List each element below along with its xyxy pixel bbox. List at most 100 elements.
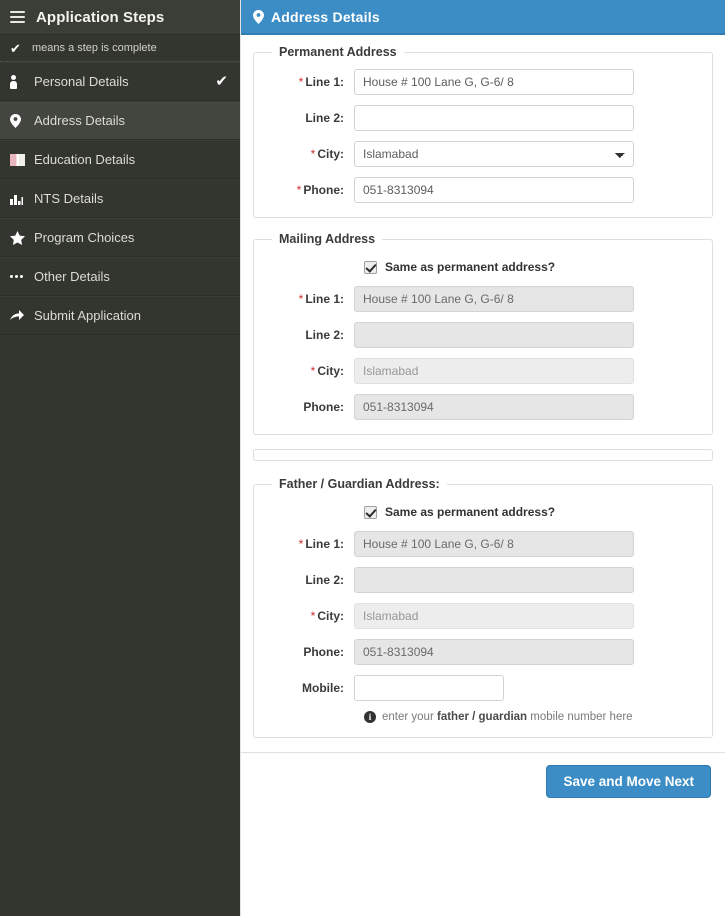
permanent-phone-row: * Phone:	[268, 177, 698, 203]
father-same-label: Same as permanent address?	[385, 505, 556, 519]
mailing-city-row: * City: Islamabad	[268, 358, 698, 384]
permanent-line1-label: * Line 1:	[298, 75, 344, 89]
permanent-phone-label: * Phone:	[296, 183, 344, 197]
sidebar-item-other-details[interactable]: Other Details	[0, 257, 240, 296]
arrow-icon	[10, 309, 32, 322]
permanent-line2-row: Line 2:	[268, 105, 698, 131]
hamburger-icon[interactable]	[10, 11, 25, 23]
sidebar-item-program-choices[interactable]: Program Choices	[0, 218, 240, 257]
mailing-address-legend: Mailing Address	[279, 232, 376, 246]
application-page: Application Steps ✔ means a step is comp…	[0, 0, 725, 916]
sidebar-legend-label: means a step is complete	[32, 42, 157, 54]
father-guardian-address-section: Father / Guardian Address: Same as perma…	[253, 477, 713, 738]
father-mobile-row: Mobile:	[268, 675, 698, 701]
step-complete-icon: ✔	[215, 73, 228, 90]
mailing-line1-row: * Line 1:	[268, 286, 698, 312]
father-same-as-permanent-row: Same as permanent address?	[364, 505, 698, 519]
father-guardian-legend: Father / Guardian Address:	[279, 477, 440, 491]
sidebar-item-label: NTS Details	[34, 191, 104, 206]
person-icon	[10, 74, 32, 89]
mailing-same-checkbox[interactable]	[364, 260, 377, 274]
sidebar-item-label: Education Details	[34, 152, 136, 167]
bar-chart-icon	[10, 193, 32, 205]
father-line2-row: Line 2:	[268, 567, 698, 593]
mailing-city-label: * City:	[310, 364, 344, 378]
father-line2-input	[354, 567, 634, 593]
mailing-same-as-permanent-row: Same as permanent address?	[364, 260, 698, 274]
mailing-line1-label: * Line 1:	[298, 292, 344, 306]
required-marker: *	[310, 609, 316, 623]
mailing-line2-label: Line 2:	[305, 328, 344, 342]
father-line1-input	[354, 531, 634, 557]
permanent-city-label: * City:	[310, 147, 344, 161]
sidebar-item-personal-details[interactable]: Personal Details ✔	[0, 62, 240, 101]
father-mobile-hint: i enter your father / guardian mobile nu…	[364, 711, 698, 723]
permanent-address-section: Permanent Address *Line 1: Line 2:	[253, 45, 713, 218]
sidebar-item-label: Address Details	[34, 113, 126, 128]
mailing-line2-input	[354, 322, 634, 348]
required-marker: *	[296, 183, 302, 197]
sidebar-legend: ✔ means a step is complete	[0, 35, 240, 62]
page-title: Address Details	[271, 8, 380, 25]
map-pin-icon	[253, 9, 264, 24]
father-phone-input	[354, 639, 634, 665]
hint-suffix: mobile number here	[527, 711, 633, 723]
father-mobile-input[interactable]	[354, 675, 504, 701]
sidebar-item-label: Personal Details	[34, 74, 129, 89]
father-line1-label: * Line 1:	[298, 537, 344, 551]
permanent-line1-row: * Line 1:	[268, 69, 698, 95]
info-icon: i	[364, 711, 376, 723]
mailing-same-label: Same as permanent address?	[385, 260, 556, 274]
required-marker: *	[298, 75, 304, 89]
panel-body: Permanent Address *Line 1: Line 2:	[241, 35, 725, 916]
hint-bold: father / guardian	[436, 711, 528, 723]
section-divider	[253, 449, 713, 461]
mailing-line2-row: Line 2:	[268, 322, 698, 348]
required-marker: *	[298, 537, 304, 551]
mailing-line1-input	[354, 286, 634, 312]
mailing-address-section: Mailing Address Same as permanent addres…	[253, 232, 713, 435]
permanent-phone-input[interactable]	[354, 177, 634, 203]
father-city-select: Islamabad	[354, 603, 634, 629]
sidebar-item-address-details[interactable]: Address Details	[0, 101, 240, 140]
sidebar-header: Application Steps	[0, 0, 240, 35]
sidebar-title: Application Steps	[36, 8, 165, 26]
sidebar-item-submit-application[interactable]: Submit Application	[0, 296, 240, 335]
permanent-city-row: * City: Islamabad	[268, 141, 698, 167]
father-line2-label: Line 2:	[305, 573, 344, 587]
book-icon	[10, 153, 32, 167]
father-phone-row: Phone:	[268, 639, 698, 665]
star-icon	[10, 230, 32, 245]
sidebar-item-nts-details[interactable]: NTS Details	[0, 179, 240, 218]
father-line1-row: * Line 1:	[268, 531, 698, 557]
sidebar-item-label: Other Details	[34, 269, 110, 284]
permanent-address-legend: Permanent Address	[279, 45, 397, 59]
mailing-phone-row: Phone:	[268, 394, 698, 420]
required-marker: *	[310, 364, 316, 378]
father-mobile-label: Mobile:	[302, 681, 344, 695]
sidebar-item-education-details[interactable]: Education Details	[0, 140, 240, 179]
permanent-city-select[interactable]: Islamabad	[354, 141, 634, 167]
sidebar-item-label: Program Choices	[34, 230, 135, 245]
ellipsis-icon	[10, 275, 32, 278]
panel-header: Address Details	[241, 0, 725, 35]
check-icon: ✔	[10, 40, 21, 56]
sidebar: Application Steps ✔ means a step is comp…	[0, 0, 240, 916]
permanent-line2-label: Line 2:	[305, 111, 344, 125]
mailing-city-select: Islamabad	[354, 358, 634, 384]
father-phone-label: Phone:	[303, 645, 344, 659]
required-marker: *	[310, 147, 316, 161]
permanent-line1-input[interactable]	[354, 69, 634, 95]
mailing-phone-label: Phone:	[303, 400, 344, 414]
required-marker: *	[298, 292, 304, 306]
main-content: Address Details Permanent Address * Line …	[240, 0, 725, 916]
form-footer: Save and Move Next	[241, 752, 725, 798]
father-city-row: * City: Islamabad	[268, 603, 698, 629]
map-pin-icon	[10, 113, 32, 128]
save-and-move-next-button[interactable]: Save and Move Next	[546, 765, 711, 798]
permanent-line2-input[interactable]	[354, 105, 634, 131]
hint-prefix: enter your	[382, 711, 437, 723]
father-same-checkbox[interactable]	[364, 505, 377, 519]
sidebar-item-label: Submit Application	[34, 308, 141, 323]
father-city-label: * City:	[310, 609, 344, 623]
